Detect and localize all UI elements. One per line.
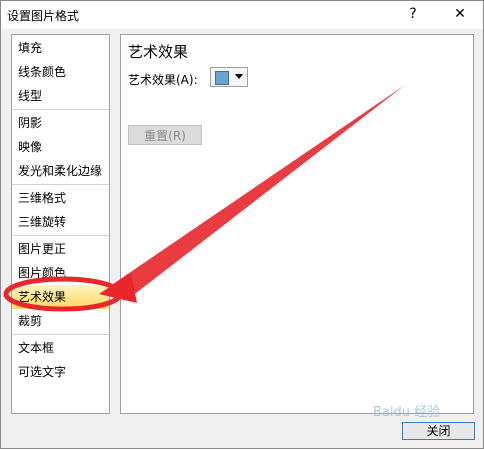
sidebar-item-artistic-effects[interactable]: 艺术效果 <box>12 285 109 309</box>
settings-panel: 艺术效果 艺术效果(A): 重置(R) <box>120 34 474 414</box>
sidebar-item-glow-soft-edges[interactable]: 发光和柔化边缘 <box>12 159 109 183</box>
sidebar-group-fill-line: 填充 线条颜色 线型 <box>12 35 109 110</box>
sidebar-item-text-box[interactable]: 文本框 <box>12 336 109 360</box>
sidebar-group-picture: 图片更正 图片颜色 艺术效果 裁剪 <box>12 236 109 335</box>
sidebar-item-fill[interactable]: 填充 <box>12 36 109 60</box>
watermark: Baidu 经验 <box>373 405 441 420</box>
sidebar-item-line-style[interactable]: 线型 <box>12 84 109 108</box>
sidebar-group-effects: 阴影 映像 发光和柔化边缘 <box>12 110 109 185</box>
reset-button[interactable]: 重置(R) <box>128 125 202 145</box>
close-button[interactable]: 关闭 <box>402 422 475 440</box>
sidebar-item-3d-rotation[interactable]: 三维旋转 <box>12 210 109 234</box>
artistic-effect-dropdown[interactable] <box>210 67 248 87</box>
format-picture-dialog: 设置图片格式 ? ✕ 填充 线条颜色 线型 阴影 映像 发光和柔化边缘 三维格式… <box>0 0 484 449</box>
sidebar-group-text: 文本框 可选文字 <box>12 335 109 385</box>
sidebar-item-3d-format[interactable]: 三维格式 <box>12 186 109 210</box>
sidebar-item-reflection[interactable]: 映像 <box>12 135 109 159</box>
chevron-down-icon <box>235 74 243 79</box>
artistic-effect-label: 艺术效果(A): <box>128 73 198 87</box>
sidebar-group-3d: 三维格式 三维旋转 <box>12 185 109 236</box>
close-icon[interactable]: ✕ <box>445 3 475 25</box>
sidebar-item-crop[interactable]: 裁剪 <box>12 309 109 333</box>
sidebar-item-line-color[interactable]: 线条颜色 <box>12 60 109 84</box>
sidebar-item-shadow[interactable]: 阴影 <box>12 111 109 135</box>
title-bar: 设置图片格式 ? ✕ <box>1 1 483 29</box>
sidebar-item-picture-color[interactable]: 图片颜色 <box>12 261 109 285</box>
sidebar-item-alt-text[interactable]: 可选文字 <box>12 360 109 384</box>
section-title: 艺术效果 <box>128 43 189 61</box>
dialog-title: 设置图片格式 <box>7 9 80 23</box>
sidebar-item-picture-corrections[interactable]: 图片更正 <box>12 237 109 261</box>
help-button[interactable]: ? <box>401 3 425 25</box>
artistic-effect-thumbnail-icon <box>215 71 229 85</box>
category-sidebar: 填充 线条颜色 线型 阴影 映像 发光和柔化边缘 三维格式 三维旋转 图片更正 … <box>11 34 110 414</box>
